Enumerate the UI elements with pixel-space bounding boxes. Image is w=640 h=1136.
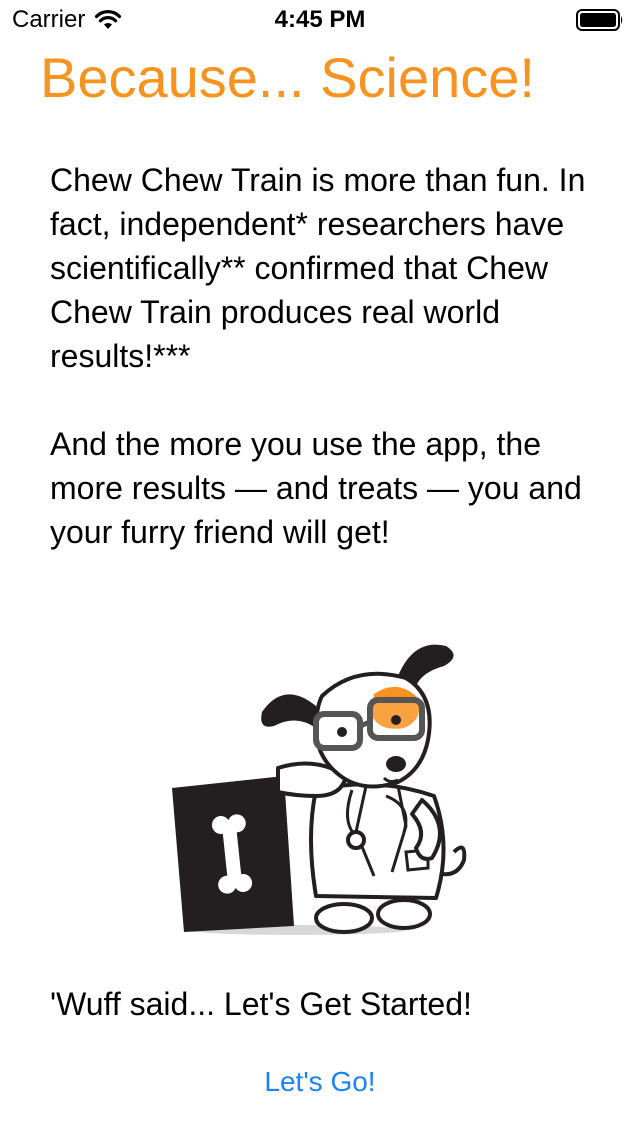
intro-paragraph-1: Chew Chew Train is more than fun. In fac… bbox=[50, 162, 586, 374]
tagline: 'Wuff said... Let's Get Started! bbox=[50, 986, 472, 1018]
intro-text: Chew Chew Train is more than fun. In fac… bbox=[50, 158, 610, 554]
xray-sheet-icon bbox=[172, 776, 294, 932]
status-bar: Carrier 4:45 PM bbox=[0, 0, 640, 40]
page-title: Because... Science! bbox=[40, 46, 535, 109]
battery-icon bbox=[576, 9, 623, 31]
scientist-dog-illustration bbox=[172, 644, 467, 935]
lets-go-button[interactable]: Let's Go! bbox=[220, 1062, 420, 1102]
intro-paragraph-2: And the more you use the app, the more r… bbox=[50, 426, 582, 550]
status-time: 4:45 PM bbox=[274, 6, 366, 33]
